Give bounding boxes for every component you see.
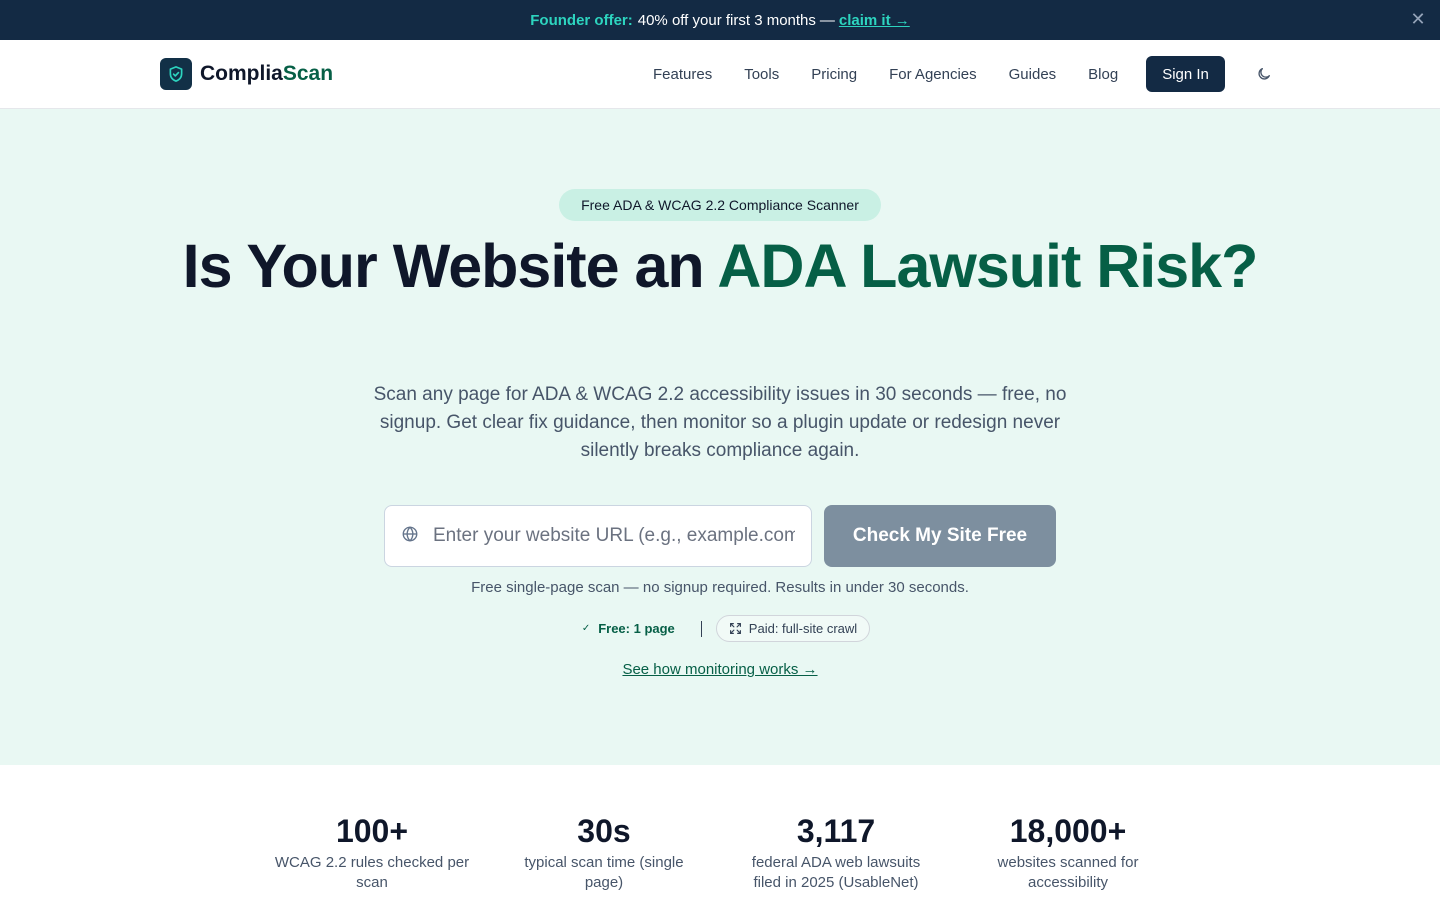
globe-icon <box>401 525 419 548</box>
hero-badge: Free ADA & WCAG 2.2 Compliance Scanner <box>559 189 881 221</box>
logo-text-part2: Scan <box>282 62 334 85</box>
nav-features[interactable]: Features <box>637 66 728 83</box>
paid-tag-label: Paid: full-site crawl <box>748 621 858 636</box>
promo-separator: — <box>819 11 835 29</box>
logo[interactable]: CompliaScan <box>160 58 333 90</box>
main-nav: Features Tools Pricing For Agencies Guid… <box>637 56 1225 92</box>
stats-row: 100+ WCAG 2.2 rules checked per scan 30s… <box>256 811 1184 893</box>
stat-item: 18,000+ websites scanned for accessibili… <box>952 811 1184 893</box>
hero-title-plain: Is Your Website an <box>182 232 718 300</box>
plan-tags: ✓ Free: 1 page Paid: full-site crawl <box>0 615 1440 642</box>
stat-label: websites scanned for accessibility <box>997 854 1139 891</box>
url-field[interactable] <box>384 505 812 567</box>
promo-banner: Founder offer: 40% off your first 3 mont… <box>0 0 1440 40</box>
check-icon: ✓ <box>581 623 591 634</box>
nav-tools[interactable]: Tools <box>728 66 795 83</box>
free-tag: ✓ Free: 1 page <box>570 621 687 636</box>
close-icon[interactable]: ✕ <box>1408 9 1428 29</box>
sign-in-button[interactable]: Sign In <box>1146 56 1225 92</box>
stat-value: 3,117 <box>796 813 876 849</box>
stat-item: 100+ WCAG 2.2 rules checked per scan <box>256 811 488 893</box>
promo-claim-link[interactable]: claim it → <box>839 12 910 29</box>
shield-check-icon <box>160 58 192 90</box>
tag-divider <box>700 620 702 637</box>
stat-item: 30s typical scan time (single page) <box>488 811 720 893</box>
hero-title: Is Your Website an ADA Lawsuit Risk? <box>160 235 1280 297</box>
promo-text: 40% off your first 3 months <box>637 11 816 29</box>
stat-label: WCAG 2.2 rules checked per scan <box>274 854 470 891</box>
how-monitoring-link[interactable]: See how monitoring works → <box>0 661 1440 678</box>
free-tag-label: Free: 1 page <box>598 621 675 636</box>
promo-highlight: Founder offer: <box>530 11 633 29</box>
hero-title-accent: ADA Lawsuit Risk? <box>717 232 1258 300</box>
nav-pricing[interactable]: Pricing <box>795 66 873 83</box>
check-site-button[interactable]: Check My Site Free <box>824 505 1056 567</box>
scan-note: Free single-page scan — no signup requir… <box>471 579 969 596</box>
stat-item: 3,117 federal ADA web lawsuits filed in … <box>720 811 952 893</box>
url-input[interactable] <box>433 525 795 547</box>
hero-subtitle: Scan any page for ADA & WCAG 2.2 accessi… <box>373 384 1067 461</box>
stat-value: 30s <box>577 813 631 849</box>
logo-text-part1: Complia <box>200 62 283 85</box>
stat-value: 100+ <box>335 813 409 849</box>
expand-icon <box>729 623 741 634</box>
nav-for-agencies[interactable]: For Agencies <box>873 66 993 83</box>
logo-text: CompliaScan <box>200 62 333 86</box>
stat-label: typical scan time (single page) <box>524 854 684 891</box>
nav-blog[interactable]: Blog <box>1072 66 1134 83</box>
site-header: CompliaScan Features Tools Pricing For A… <box>0 40 1440 109</box>
paid-tag: Paid: full-site crawl <box>715 615 871 642</box>
moon-icon[interactable] <box>1254 64 1274 84</box>
nav-guides[interactable]: Guides <box>993 66 1073 83</box>
hero-section: Free ADA & WCAG 2.2 Compliance Scanner I… <box>0 109 1440 765</box>
stat-label: federal ADA web lawsuits filed in 2025 (… <box>751 854 921 891</box>
stat-value: 18,000+ <box>1009 813 1127 849</box>
